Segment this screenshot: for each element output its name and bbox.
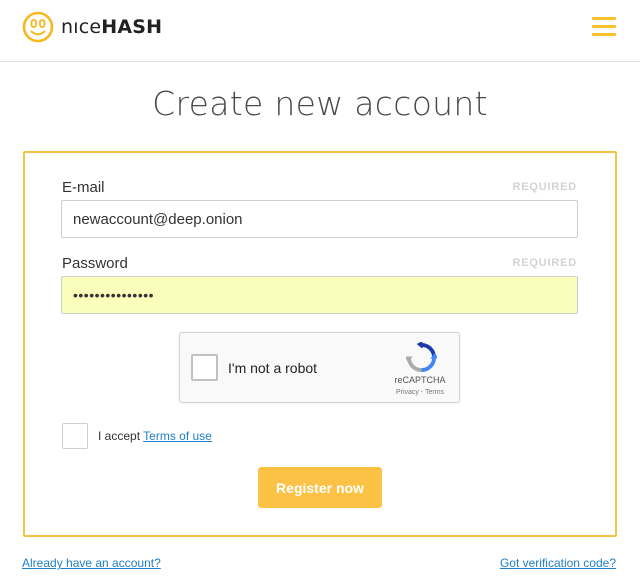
email-field[interactable] (61, 200, 578, 238)
password-field[interactable] (61, 276, 578, 314)
terms-of-use-link[interactable]: Terms of use (143, 429, 212, 443)
password-required-badge: REQUIRED (512, 257, 577, 269)
top-bar: nıceHASH (0, 0, 640, 62)
recaptcha-brand: reCAPTCHA (394, 375, 446, 385)
got-verification-code-link[interactable]: Got verification code? (500, 556, 616, 570)
logo-wordmark: nıceHASH (61, 15, 163, 38)
logo-wordmark-bold: HASH (101, 15, 163, 38)
registration-form: E-mail REQUIRED Password REQUIRED I'm no… (23, 151, 617, 537)
recaptcha-logo-icon (406, 342, 437, 373)
page-title: Create new account (152, 84, 488, 123)
terms-prefix: I accept (98, 429, 141, 443)
already-have-account-link[interactable]: Already have an account? (22, 556, 161, 570)
hamburger-menu-icon[interactable] (592, 16, 616, 38)
recaptcha-privacy-terms[interactable]: Privacy - Terms (380, 389, 460, 396)
email-required-badge: REQUIRED (512, 181, 577, 193)
nicehash-smiley-logo-icon (22, 11, 54, 43)
recaptcha-widget: I'm not a robot reCAPTCHA Privacy - Term… (179, 332, 460, 403)
register-button[interactable]: Register now (258, 467, 382, 508)
terms-label: I accept Terms of use (98, 429, 212, 443)
logo-wordmark-light: nıce (61, 15, 102, 38)
terms-checkbox[interactable] (62, 423, 88, 449)
nicehash-logo[interactable]: nıceHASH (22, 11, 162, 43)
password-label: Password (62, 255, 128, 272)
recaptcha-checkbox[interactable] (191, 354, 218, 381)
recaptcha-label: I'm not a robot (228, 360, 318, 376)
email-label: E-mail (62, 179, 105, 196)
